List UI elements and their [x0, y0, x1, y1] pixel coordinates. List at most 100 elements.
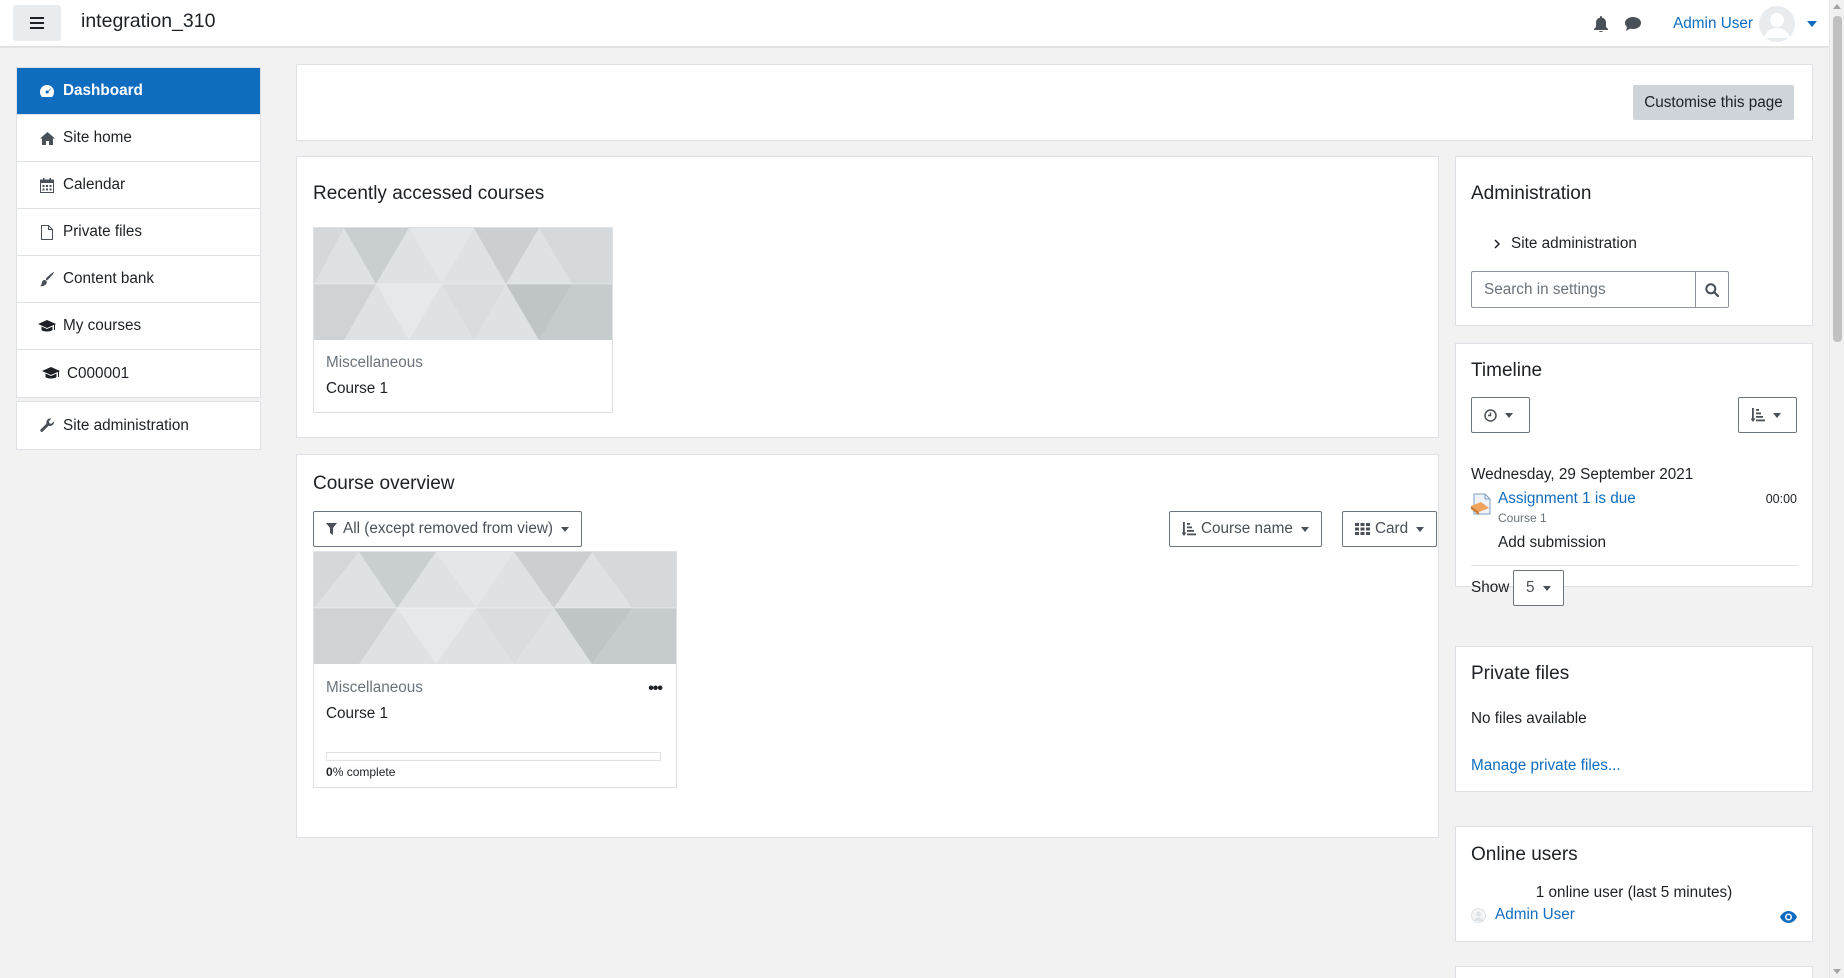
administration-title: Administration — [1471, 183, 1592, 204]
sort-amount-icon — [1751, 408, 1765, 422]
nav-drawer-admin-group: Site administration — [16, 401, 261, 450]
timeline-divider — [1471, 565, 1798, 566]
sidebar-item-label: Calendar — [63, 176, 126, 193]
file-icon — [37, 224, 57, 240]
filter-icon — [326, 523, 337, 535]
settings-search-input[interactable]: Search in settings — [1471, 271, 1695, 308]
course-image[interactable] — [314, 552, 676, 664]
online-users-summary: 1 online user (last 5 minutes) — [1535, 884, 1733, 901]
show-count-value: 5 — [1526, 579, 1535, 596]
sidebar-item-dashboard[interactable]: Dashboard — [17, 68, 260, 115]
dashboard-icon — [37, 83, 57, 99]
nav-drawer: Dashboard Site home Calendar Private fil… — [0, 48, 280, 978]
scroll-up-icon[interactable] — [1833, 4, 1841, 9]
sidebar-item-label: Dashboard — [63, 82, 143, 99]
chevron-down-icon — [1416, 526, 1425, 532]
sidebar-item-label: Private files — [63, 223, 143, 240]
chevron-down-icon — [1773, 412, 1781, 418]
timeline-show-control: Show — [1471, 579, 1513, 597]
add-submission-action[interactable]: Add submission — [1498, 534, 1606, 552]
grouping-filter-dropdown[interactable]: All (except removed from view) — [313, 511, 582, 547]
online-users-block: Online users 1 online user (last 5 minut… — [1455, 826, 1813, 942]
grid-icon — [1355, 523, 1370, 535]
sidebar-item-private-files[interactable]: Private files — [17, 209, 260, 256]
timeline-show-count-dropdown[interactable]: 5 — [1513, 570, 1564, 606]
course-overview-block: Course overview All (except removed from… — [296, 454, 1439, 838]
course-progress-text: 0% complete — [326, 765, 395, 779]
online-user-link[interactable]: Admin User — [1495, 906, 1575, 924]
chevron-down-icon — [1505, 412, 1513, 418]
user-menu-caret-icon[interactable] — [1807, 20, 1817, 27]
site-name[interactable]: integration_310 — [81, 10, 215, 33]
online-users-title: Online users — [1471, 844, 1578, 865]
nav-drawer-main-group: Dashboard Site home Calendar Private fil… — [16, 67, 261, 398]
manage-private-files-link[interactable]: Manage private files... — [1471, 757, 1621, 775]
course-progress-bar — [326, 752, 661, 761]
sidebar-item-content-bank[interactable]: Content bank — [17, 256, 260, 303]
bell-icon[interactable] — [1591, 14, 1611, 34]
site-administration-node[interactable]: Site administration — [1494, 235, 1637, 253]
timeline-event-link[interactable]: Assignment 1 is due — [1498, 490, 1636, 508]
course-image[interactable] — [314, 228, 612, 340]
filter-label: All (except removed from view) — [343, 520, 553, 537]
settings-search-button[interactable] — [1695, 271, 1729, 308]
user-menu-name[interactable]: Admin User — [1673, 15, 1753, 33]
timeline-block: Timeline Wednesday, 29 September 2021 As… — [1455, 343, 1813, 606]
more-actions-icon[interactable]: ••• — [648, 680, 663, 698]
calendar-icon — [37, 177, 57, 193]
recent-course-card[interactable]: Miscellaneous Course 1 — [313, 227, 613, 413]
scroll-down-icon[interactable] — [1833, 969, 1841, 974]
home-icon — [37, 130, 57, 146]
course-overview-title: Course overview — [313, 473, 455, 494]
recent-courses-block: Recently accessed courses Miscellaneous … — [296, 156, 1439, 438]
wrench-icon — [37, 418, 57, 434]
drawer-toggle-button[interactable] — [13, 5, 61, 41]
top-navbar: integration_310 Admin User — [0, 0, 1829, 47]
private-files-title: Private files — [1471, 663, 1570, 684]
sidebar-item-label: My courses — [63, 317, 142, 334]
online-user-avatar — [1471, 908, 1486, 928]
timeline-event-time: 00:00 — [1765, 492, 1797, 506]
sidebar-item-label: Content bank — [63, 270, 154, 287]
sidebar-item-label: Site home — [63, 129, 132, 146]
sidebar-item-site-administration[interactable]: Site administration — [17, 402, 260, 449]
chevron-right-icon — [1494, 239, 1501, 249]
clock-icon — [1484, 408, 1497, 422]
sidebar-item-course-c000001[interactable]: C000001 — [17, 350, 260, 397]
view-mode-dropdown[interactable]: Card — [1342, 511, 1438, 547]
customise-page-button[interactable]: Customise this page — [1633, 85, 1794, 120]
view-label: Card — [1375, 520, 1409, 537]
chevron-down-icon — [1542, 585, 1551, 591]
next-block — [1455, 966, 1813, 978]
course-overview-card[interactable]: Miscellaneous ••• Course 1 0% complete — [313, 551, 677, 788]
page-scrollbar[interactable] — [1829, 0, 1844, 978]
sidebar-item-my-courses[interactable]: My courses — [17, 303, 260, 350]
timeline-sort-dropdown[interactable] — [1738, 397, 1797, 433]
course-name-link[interactable]: Course 1 — [326, 380, 388, 398]
private-files-block: Private files No files available Manage … — [1455, 646, 1813, 792]
timeline-day-filter-dropdown[interactable] — [1471, 397, 1530, 433]
scrollbar-thumb[interactable] — [1833, 16, 1842, 342]
course-name-link[interactable]: Course 1 — [326, 705, 388, 723]
messages-icon[interactable] — [1623, 14, 1643, 34]
graduation-cap-icon — [37, 318, 57, 334]
sidebar-item-label: C000001 — [67, 364, 130, 382]
timeline-date-heading: Wednesday, 29 September 2021 — [1471, 466, 1694, 483]
progress-percentage: 0 — [326, 765, 333, 779]
course-category: Miscellaneous — [326, 679, 423, 696]
sidebar-item-site-home[interactable]: Site home — [17, 115, 260, 162]
graduation-cap-icon — [41, 366, 61, 382]
course-category: Miscellaneous — [326, 354, 423, 371]
recent-courses-title: Recently accessed courses — [313, 183, 545, 204]
avatar[interactable] — [1759, 5, 1795, 42]
progress-suffix: % complete — [332, 765, 396, 779]
administration-block: Administration Site administration Searc… — [1455, 156, 1813, 326]
sort-dropdown[interactable]: Course name — [1169, 511, 1322, 547]
sort-label: Course name — [1201, 520, 1293, 537]
eye-icon[interactable] — [1780, 910, 1797, 928]
assignment-icon — [1471, 492, 1493, 521]
site-administration-label: Site administration — [1511, 235, 1637, 252]
sort-amount-icon — [1182, 522, 1196, 536]
chevron-down-icon — [560, 526, 569, 532]
sidebar-item-calendar[interactable]: Calendar — [17, 162, 260, 209]
